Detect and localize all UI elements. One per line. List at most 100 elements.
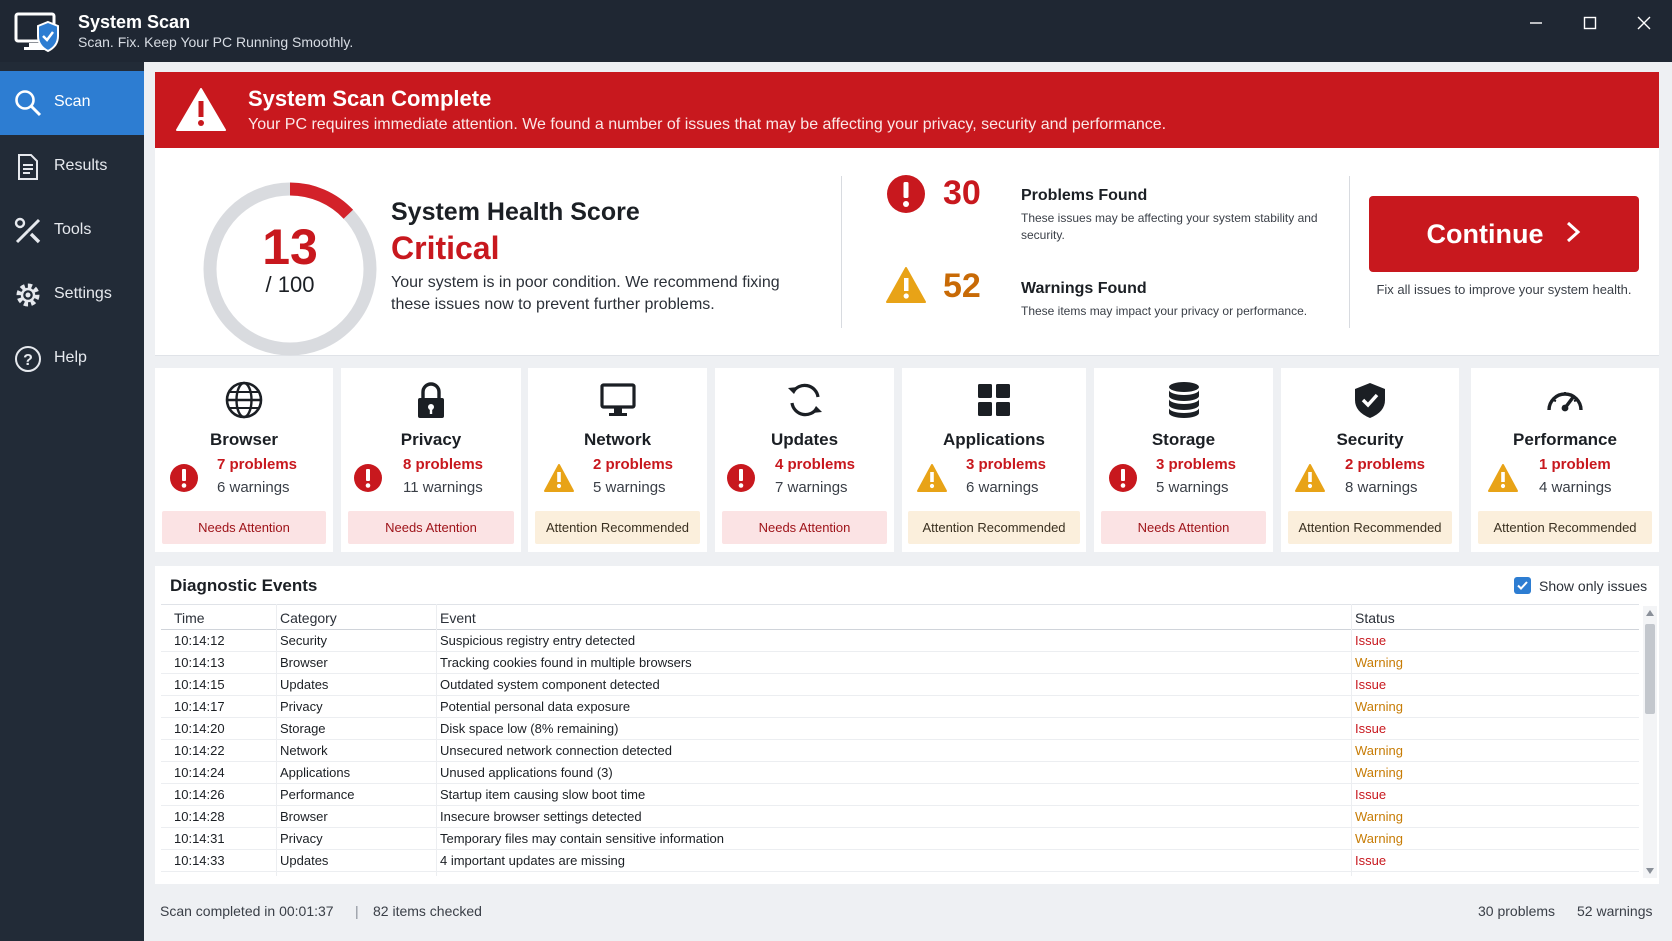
cell-status: Warning — [1355, 809, 1403, 824]
table-row[interactable]: 10:14:24 Applications Unused applications … — [161, 762, 1639, 784]
status-badge: Attention Recommended — [1478, 511, 1652, 544]
error-circle-icon — [353, 463, 383, 498]
cell-time: 10:14:24 — [174, 765, 225, 780]
scroll-down-icon[interactable] — [1646, 868, 1654, 874]
column-header-event[interactable]: Event — [440, 605, 476, 631]
shield-check-icon — [1355, 383, 1385, 418]
apps-grid-icon — [978, 384, 1010, 416]
column-header-category[interactable]: Category — [280, 605, 337, 631]
continue-button[interactable]: Continue — [1369, 196, 1639, 272]
close-button[interactable] — [1629, 12, 1659, 34]
category-problems: 4 problems — [775, 456, 856, 473]
cell-status: Issue — [1355, 721, 1387, 736]
minimize-button[interactable] — [1521, 12, 1551, 34]
category-card-security[interactable]: Security 2 problems 8 warnings Attention… — [1281, 368, 1459, 552]
scroll-up-icon[interactable] — [1646, 610, 1654, 616]
tools-icon — [14, 217, 41, 244]
cell-status: Warning — [1355, 699, 1403, 714]
category-warnings: 6 warnings — [217, 479, 290, 496]
cell-time: 10:14:20 — [174, 721, 225, 736]
cell-category: Updates — [280, 853, 329, 868]
document-icon — [18, 154, 38, 180]
database-icon — [1168, 382, 1199, 418]
table-row[interactable]: 10:14:17 Privacy Potential personal data e… — [161, 696, 1639, 718]
warnings-count: 52 — [943, 267, 981, 305]
maximize-icon — [1583, 16, 1597, 30]
scroll-thumb[interactable] — [1645, 624, 1655, 714]
cell-event: Unsecured network connection detected — [440, 743, 672, 758]
category-card-storage[interactable]: Storage 3 problems 5 warnings Needs Atte… — [1094, 368, 1273, 552]
divider — [1349, 176, 1350, 328]
table-row[interactable]: 10:14:12 Security Suspicious registry entr… — [161, 630, 1639, 652]
table-row[interactable]: 10:14:31 Privacy Temporary files may conta… — [161, 828, 1639, 850]
category-problems: 3 problems — [1156, 456, 1237, 473]
category-problems: 8 problems — [403, 456, 484, 473]
sidebar-item-results[interactable]: Results — [0, 135, 144, 199]
sidebar-item-settings[interactable]: Settings — [0, 263, 144, 327]
footer-separator: | — [355, 903, 359, 919]
cell-status: Warning — [1355, 655, 1403, 670]
items-checked: 82 items checked — [373, 903, 482, 919]
svg-text:?: ? — [23, 352, 33, 369]
status-badge: Attention Recommended — [1288, 511, 1452, 544]
cell-time: 10:14:26 — [174, 787, 225, 802]
column-header-status[interactable]: Status — [1355, 605, 1395, 631]
table-row[interactable]: 10:14:20 Storage Disk space low (8% remain… — [161, 718, 1639, 740]
category-card-updates[interactable]: Updates 4 problems 7 warnings Needs Atte… — [715, 368, 894, 552]
show-only-issues-toggle[interactable]: Show only issues — [1514, 577, 1647, 594]
sidebar-item-help[interactable]: ? Help — [0, 327, 144, 391]
gear-icon — [16, 283, 40, 307]
cell-event: Potential personal data exposure — [440, 699, 631, 714]
table-row[interactable]: 10:14:33 Updates 4 important updates are m… — [161, 850, 1639, 872]
cell-event: Unused applications found (3) — [440, 765, 613, 780]
category-card-browser[interactable]: Browser 7 problems 6 warnings Needs Atte… — [155, 368, 333, 552]
table-row[interactable]: 10:14:15 Updates Outdated system component… — [161, 674, 1639, 696]
monitor-icon — [599, 383, 636, 416]
title-bar: System Scan Scan. Fix. Keep Your PC Runn… — [0, 0, 1672, 62]
cell-time: 10:14:12 — [174, 633, 225, 648]
diagnostic-events-panel: Diagnostic Events Show only issues Time … — [155, 566, 1659, 884]
cell-status: Issue — [1355, 633, 1387, 648]
table-row[interactable]: 10:14:28 Browser Insecure browser settings… — [161, 806, 1639, 828]
cell-time: 10:14:33 — [174, 853, 225, 868]
table-row[interactable]: 10:14:22 Network Unsecured network connect… — [161, 740, 1639, 762]
help-icon: ? — [15, 346, 41, 372]
cell-event: Temporary files may contain sensitive in… — [440, 831, 724, 846]
status-badge: Needs Attention — [722, 511, 887, 544]
sidebar-item-scan[interactable]: Scan — [0, 71, 144, 135]
maximize-button[interactable] — [1575, 12, 1605, 34]
checkbox-checked-icon[interactable] — [1514, 577, 1531, 594]
health-score-title: System Health Score — [391, 198, 640, 226]
category-name: Security — [1336, 430, 1404, 449]
cell-time: 10:14:15 — [174, 677, 225, 692]
table-row[interactable]: 10:14:13 Browser Tracking cookies found in… — [161, 652, 1639, 674]
status-badge: Needs Attention — [162, 511, 326, 544]
category-card-privacy[interactable]: Privacy 8 problems 11 warnings Needs Att… — [341, 368, 521, 552]
category-card-network[interactable]: Network 2 problems 5 warnings Attention … — [528, 368, 707, 552]
cell-category: Security — [280, 633, 327, 648]
continue-hint: Fix all issues to improve your system he… — [1376, 282, 1632, 297]
category-card-performance[interactable]: Performance 1 problem 4 warnings Attenti… — [1471, 368, 1659, 552]
sidebar-item-label: Results — [54, 157, 108, 174]
cell-status: Warning — [1355, 831, 1403, 846]
table-row[interactable]: 10:14:26 Performance Startup item causing … — [161, 784, 1639, 806]
sidebar: Scan Results Tools Settings ? Help — [0, 62, 144, 941]
close-icon — [1637, 16, 1651, 30]
events-scrollbar[interactable] — [1643, 606, 1657, 878]
footer-warnings: 52 warnings — [1577, 903, 1653, 919]
scan-time: Scan completed in 00:01:37 — [160, 903, 334, 919]
category-name: Applications — [942, 430, 1045, 449]
column-header-time[interactable]: Time — [174, 605, 205, 631]
category-warnings: 5 warnings — [593, 479, 666, 496]
sidebar-item-label: Scan — [54, 93, 91, 110]
sidebar-item-tools[interactable]: Tools — [0, 199, 144, 263]
status-badge: Attention Recommended — [908, 511, 1080, 544]
cell-category: Browser — [280, 655, 328, 670]
refresh-icon — [787, 383, 822, 417]
category-name: Updates — [770, 430, 839, 449]
category-card-applications[interactable]: Applications 3 problems 6 warnings Atten… — [902, 368, 1086, 552]
health-status: Critical — [391, 230, 500, 266]
summary-panel: 13 / 100 System Health Score Critical Yo… — [155, 148, 1659, 356]
cell-event: Insecure browser settings detected — [440, 809, 642, 824]
sidebar-item-label: Help — [54, 349, 87, 366]
